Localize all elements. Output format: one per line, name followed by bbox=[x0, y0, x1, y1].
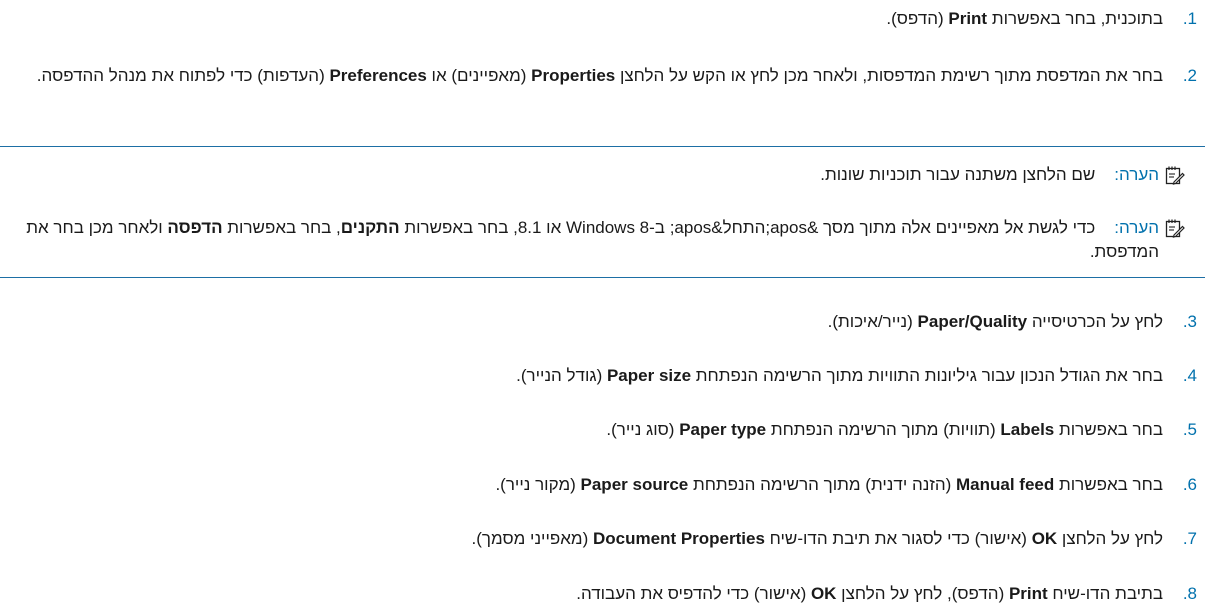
note-bottom-rule bbox=[0, 277, 1205, 278]
text-run: בתיבת הדו-שיח bbox=[1047, 584, 1163, 603]
text-run: , בחר באפשרות bbox=[222, 218, 341, 237]
text-run: (הזנה ידנית) מתוך הרשימה הנפתחת bbox=[688, 475, 956, 494]
text-run: בחר את הגודל הנכון עבור גיליונות התוויות… bbox=[691, 366, 1163, 385]
text-run: (הדפס), לחץ על הלחצן bbox=[836, 584, 1009, 603]
step-number: .5 bbox=[1182, 420, 1197, 439]
note-text: שם הלחצן משתנה עבור תוכניות שונות. bbox=[820, 165, 1095, 184]
text-run: בחר באפשרות bbox=[1054, 475, 1163, 494]
text-run: כדי לגשת אל מאפיינים אלה מתוך מסך &apos;… bbox=[399, 218, 1096, 237]
bold-term: Paper type bbox=[679, 420, 767, 439]
text-run: (אישור) כדי להדפיס את העבודה. bbox=[576, 584, 811, 603]
document: .1 בתוכנית, בחר באפשרות Print (הדפס). .2… bbox=[0, 0, 1205, 613]
bold-term: OK bbox=[1031, 529, 1058, 548]
step-number: .4 bbox=[1182, 366, 1197, 385]
step-text: בתוכנית, בחר באפשרות Print (הדפס). bbox=[886, 7, 1163, 31]
text-run: לחץ על הכרטיסייה bbox=[1027, 312, 1163, 331]
text-run: (מאפיינים) או bbox=[426, 66, 532, 85]
step-text: לחץ על הלחצן OK (אישור) כדי לסגור את תיב… bbox=[472, 527, 1164, 551]
text-run: (נייר/איכות). bbox=[827, 312, 918, 331]
text-run: שם הלחצן משתנה עבור תוכניות שונות. bbox=[820, 165, 1096, 184]
note-text: כדי לגשת אל מאפיינים אלה מתוך מסך &apos;… bbox=[26, 218, 1159, 261]
bold-term: Paper source bbox=[580, 475, 689, 494]
step-number: .3 bbox=[1182, 312, 1197, 331]
step-text: בחר את המדפסת מתוך רשימת המדפסות, ולאחר … bbox=[0, 64, 1163, 88]
note-top-rule bbox=[0, 146, 1205, 147]
bold-term: Paper/Quality bbox=[917, 312, 1028, 331]
bold-term: Print bbox=[948, 9, 988, 28]
step-number: .8 bbox=[1182, 584, 1197, 603]
step-number: .2 bbox=[1182, 66, 1197, 85]
step-number: .7 bbox=[1182, 529, 1197, 548]
step-number: .6 bbox=[1182, 475, 1197, 494]
note-pencil-icon bbox=[1165, 219, 1185, 238]
bold-term: הדפסה bbox=[167, 218, 223, 237]
bold-term: Document Properties bbox=[593, 529, 765, 548]
bold-term: Labels bbox=[1000, 420, 1055, 439]
text-run: (גודל הנייר). bbox=[516, 366, 607, 385]
text-run: (מאפייני מסמך). bbox=[471, 529, 593, 548]
text-run: (אישור) כדי לסגור את תיבת הדו-שיח bbox=[764, 529, 1032, 548]
bold-term: Manual feed bbox=[956, 475, 1055, 494]
step-text: בתיבת הדו-שיח Print (הדפס), לחץ על הלחצן… bbox=[576, 582, 1163, 606]
bold-term: התקנים bbox=[340, 218, 400, 237]
bold-term: Properties bbox=[531, 66, 616, 85]
step-text: בחר את הגודל הנכון עבור גיליונות התוויות… bbox=[516, 364, 1163, 388]
text-run: (תוויות) מתוך הרשימה הנפתחת bbox=[766, 420, 1001, 439]
step-number: .1 bbox=[1182, 9, 1197, 28]
note-body: הערה: שם הלחצן משתנה עבור תוכניות שונות. bbox=[0, 163, 1159, 187]
bold-term: Paper size bbox=[606, 366, 692, 385]
note-body: הערה: כדי לגשת אל מאפיינים אלה מתוך מסך … bbox=[0, 216, 1159, 264]
text-run: (הדפס). bbox=[886, 9, 949, 28]
text-run: בתוכנית, בחר באפשרות bbox=[987, 9, 1163, 28]
text-run: בחר באפשרות bbox=[1054, 420, 1163, 439]
step-text: לחץ על הכרטיסייה Paper/Quality (נייר/איכ… bbox=[828, 310, 1163, 334]
note-label: הערה: bbox=[1114, 165, 1159, 184]
step-text: בחר באפשרות Manual feed (הזנה ידנית) מתו… bbox=[495, 473, 1163, 497]
bold-term: Print bbox=[1008, 584, 1048, 603]
bold-term: OK bbox=[810, 584, 837, 603]
note-pencil-icon bbox=[1165, 166, 1185, 185]
text-run: בחר את המדפסת מתוך רשימת המדפסות, ולאחר … bbox=[615, 66, 1163, 85]
note-label: הערה: bbox=[1114, 218, 1159, 237]
text-run: (העדפות) כדי לפתוח את מנהל ההדפסה. bbox=[36, 66, 330, 85]
text-run: לחץ על הלחצן bbox=[1057, 529, 1163, 548]
step-text: בחר באפשרות Labels (תוויות) מתוך הרשימה … bbox=[606, 418, 1163, 442]
text-run: (סוג נייר). bbox=[606, 420, 680, 439]
text-run: (מקור נייר). bbox=[495, 475, 581, 494]
bold-term: Preferences bbox=[329, 66, 427, 85]
